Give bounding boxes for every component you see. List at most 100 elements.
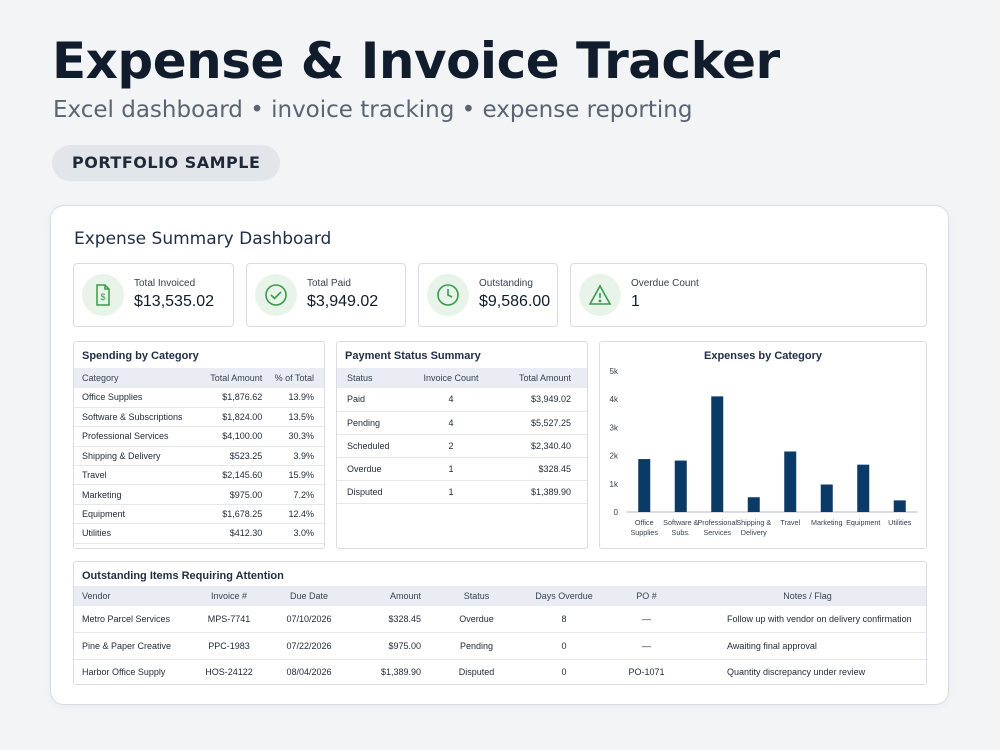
table-cell: Marketing [74, 484, 201, 505]
table-cell: $1,876.62 [200, 388, 267, 408]
col-header: Days Overdue [524, 586, 604, 606]
table-row[interactable]: Travel $2,145.60 15.9% [74, 465, 324, 486]
payment-status-card: Payment Status Summary Status Invoice Co… [336, 341, 588, 549]
bar-0[interactable] [638, 459, 651, 512]
table-cell: $5,527.25 [490, 411, 587, 435]
svg-text:$: $ [100, 292, 105, 302]
table-cell: 3.9% [266, 446, 324, 467]
table-row[interactable]: Shipping & Delivery $523.25 3.9% [74, 446, 324, 467]
table-cell: PPC-1983 [189, 632, 269, 660]
table-cell: Follow up with vendor on delivery confir… [689, 606, 926, 633]
kpi-label: Total Paid [307, 278, 351, 289]
x-tick-label: Supplies [630, 528, 658, 537]
table-row[interactable]: Disputed 1 $1,389.90 [337, 480, 587, 504]
table-cell: $1,389.90 [349, 659, 429, 684]
table-cell: 7.2% [266, 484, 324, 505]
x-tick-label: Delivery [741, 528, 767, 537]
table-cell: $1,389.90 [490, 480, 587, 504]
table-cell: Pending [337, 411, 412, 435]
portfolio-badge: PORTFOLIO SAMPLE [52, 145, 281, 181]
expenses-chart-card: Expenses by Category 0 1k 2k 3k 4k 5k Office Su… [599, 341, 927, 549]
bar-4[interactable] [784, 451, 797, 512]
table-cell: Pine & Paper Creative [74, 632, 189, 660]
table-row[interactable]: Paid 4 $3,949.02 [337, 388, 587, 412]
payment-table: Status Invoice Count Total Amount Paid 4 $… [337, 368, 587, 504]
table-row[interactable]: Utilities $412.30 3.0% [74, 523, 324, 544]
kpi-value: $3,949.02 [307, 293, 379, 310]
table-row[interactable]: Pine & Paper Creative PPC-1983 07/22/2026 $… [74, 632, 926, 660]
x-tick-label: Subs. [672, 528, 690, 537]
x-tick-label: Equipment [846, 518, 880, 527]
table-row[interactable]: Equipment $1,678.25 12.4% [74, 504, 324, 525]
table-cell: $2,340.40 [490, 434, 587, 458]
table-cell: $1,824.00 [200, 407, 267, 428]
bar-6[interactable] [857, 464, 870, 512]
table-cell: Awaiting final approval [689, 632, 926, 660]
col-header: Category [74, 368, 201, 388]
bar-5[interactable] [820, 484, 833, 512]
table-cell: 8 [524, 606, 604, 633]
table-cell: 0 [524, 632, 604, 660]
table-cell: $328.45 [490, 457, 587, 481]
table-cell: — [604, 632, 689, 660]
table-cell: 08/04/2026 [269, 659, 349, 684]
kpi-value: $9,586.00 [479, 293, 551, 310]
col-header: % of Total [266, 368, 324, 388]
table-cell: Paid [337, 388, 412, 412]
table-row[interactable]: Metro Parcel Services MPS-7741 07/10/2026 $… [74, 606, 926, 633]
y-tick-label: 2k [610, 452, 619, 461]
bar-2[interactable] [711, 396, 724, 512]
col-header: Due Date [269, 586, 349, 606]
bar-1[interactable] [674, 460, 687, 512]
x-tick-label: Shipping & [736, 518, 771, 527]
table-cell: Scheduled [337, 434, 412, 458]
table-row[interactable]: Harbor Office Supply HOS-24122 08/04/2026 $… [74, 659, 926, 684]
table-cell: 4 [411, 388, 491, 412]
col-header: Status [429, 586, 524, 606]
table-cell: 3.0% [266, 523, 324, 544]
table-row[interactable]: Overdue 1 $328.45 [337, 457, 587, 481]
bar-7[interactable] [893, 500, 906, 512]
table-cell: $2,145.60 [200, 465, 267, 486]
table-row[interactable]: Scheduled 2 $2,340.40 [337, 434, 587, 458]
x-tick-label: Services [703, 528, 731, 537]
table-row[interactable]: Professional Services $4,100.00 30.3% [74, 426, 324, 447]
table-cell: 4 [411, 411, 491, 435]
y-tick-label: 5k [610, 367, 619, 376]
table-cell: MPS-7741 [189, 606, 269, 633]
table-cell: 2 [411, 434, 491, 458]
table-row[interactable]: Marketing $975.00 7.2% [74, 484, 324, 505]
table-cell: $975.00 [349, 632, 429, 660]
spending-table: Category Total Amount % of Total Office … [74, 368, 324, 544]
col-header: Vendor [74, 586, 189, 606]
table-cell: Metro Parcel Services [74, 606, 189, 633]
table-cell: Pending [429, 632, 524, 660]
kpi-total-invoiced: $ Total Invoiced $13,535.02 [73, 263, 234, 327]
table-cell: Professional Services [74, 426, 201, 447]
kpi-value: $13,535.02 [134, 293, 215, 310]
x-tick-label: Utilities [888, 518, 912, 527]
table-cell: 30.3% [266, 426, 324, 447]
bar-3[interactable] [747, 497, 760, 512]
table-cell: $4,100.00 [200, 426, 267, 447]
table-cell: 07/10/2026 [269, 606, 349, 633]
y-tick-label: 3k [610, 423, 619, 432]
table-row[interactable]: Software & Subscriptions $1,824.00 13.5% [74, 407, 324, 428]
kpi-overdue-count: Overdue Count 1 [570, 263, 927, 327]
kpi-value: 1 [631, 293, 640, 310]
col-header: PO # [604, 586, 689, 606]
col-header: Invoice # [189, 586, 269, 606]
table-cell: Shipping & Delivery [74, 446, 201, 467]
table-row[interactable]: Pending 4 $5,527.25 [337, 411, 587, 435]
payment-title: Payment Status Summary [345, 350, 481, 362]
outstanding-items-card: Outstanding Items Requiring Attention Ve… [73, 561, 927, 685]
table-cell: Utilities [74, 523, 201, 544]
col-header: Invoice Count [411, 368, 491, 388]
table-row[interactable]: Office Supplies $1,876.62 13.9% [74, 388, 324, 408]
kpi-label: Outstanding [479, 278, 533, 289]
table-cell: $3,949.02 [490, 388, 587, 412]
x-tick-label: Software & [663, 518, 698, 527]
warning-triangle-icon [579, 274, 621, 316]
table-cell: 13.5% [266, 407, 324, 428]
col-header: Total Amount [200, 368, 267, 388]
